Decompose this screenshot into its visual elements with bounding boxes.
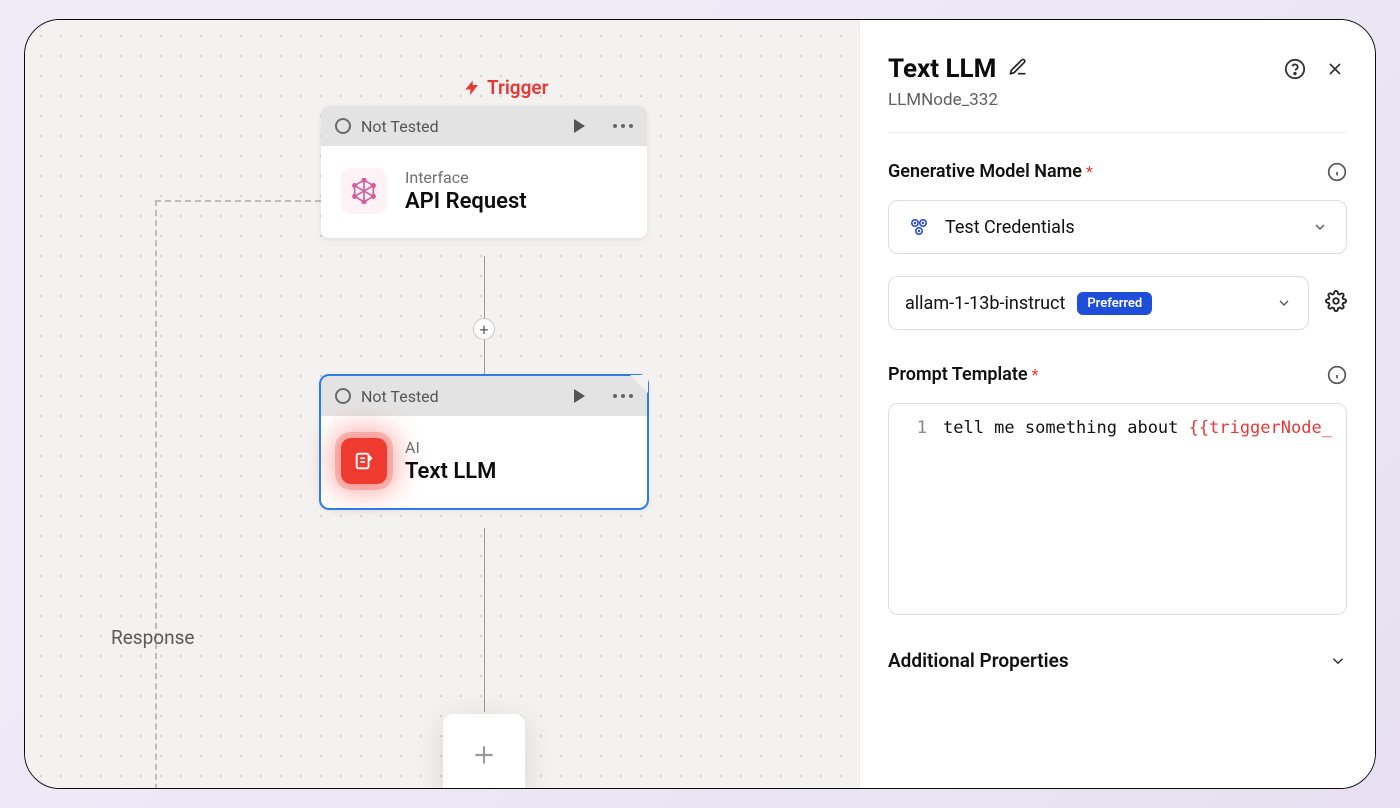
status-text: Not Tested [361, 117, 439, 136]
info-icon[interactable] [1327, 365, 1347, 385]
run-node-button[interactable] [574, 389, 585, 403]
ai-icon [341, 438, 387, 484]
node-menu-button[interactable] [613, 394, 633, 398]
help-icon [1284, 58, 1306, 80]
node-body: Interface API Request [321, 146, 647, 238]
response-label: Response [111, 626, 194, 649]
section-model-name: Generative Model Name * [888, 161, 1347, 182]
dashed-line [155, 200, 321, 202]
model-row: allam-1-13b-instruct Preferred [888, 276, 1347, 330]
connector-line [484, 256, 485, 376]
status-indicator-icon [335, 388, 351, 404]
section-label: Prompt Template [888, 364, 1028, 385]
section-prompt-template: Prompt Template * [888, 364, 1347, 385]
chevron-down-icon [1329, 652, 1347, 670]
run-node-button[interactable] [574, 119, 585, 133]
additional-properties-toggle[interactable]: Additional Properties [888, 649, 1347, 672]
prompt-editor[interactable]: 1 tell me something about {{triggerNode_ [888, 403, 1347, 615]
status-text: Not Tested [361, 387, 439, 406]
model-settings-button[interactable] [1325, 290, 1347, 316]
graphql-icon [341, 168, 387, 214]
node-header: Not Tested [321, 376, 647, 416]
trigger-text: Trigger [487, 76, 548, 99]
connector-line [484, 528, 485, 712]
node-header: Not Tested [321, 106, 647, 146]
add-node-inline-button[interactable]: + [473, 318, 495, 340]
node-api-request[interactable]: Not Tested Interface API Request [321, 106, 647, 238]
required-marker: * [1032, 365, 1039, 384]
info-icon[interactable] [1327, 162, 1347, 182]
node-category: AI [405, 438, 496, 457]
node-text-llm[interactable]: Not Tested AI Text LLM [321, 376, 647, 508]
gear-icon [1325, 290, 1347, 312]
close-icon [1325, 59, 1345, 79]
plus-icon [471, 742, 497, 768]
required-marker: * [1086, 162, 1093, 181]
chevron-down-icon [1312, 219, 1328, 235]
code-line: tell me something about {{triggerNode_ [943, 418, 1332, 438]
close-panel-button[interactable] [1323, 57, 1347, 81]
status-indicator-icon [335, 118, 351, 134]
section-label: Generative Model Name [888, 161, 1082, 182]
additional-label: Additional Properties [888, 649, 1069, 672]
panel-header: Text LLM [888, 54, 1347, 84]
node-category: Interface [405, 168, 527, 187]
workflow-canvas[interactable]: Trigger Response Not Tested Interface [25, 20, 859, 788]
node-title: API Request [405, 189, 527, 214]
model-select[interactable]: allam-1-13b-instruct Preferred [888, 276, 1309, 330]
chevron-down-icon [1276, 295, 1292, 311]
template-variable: {{triggerNode_ [1189, 418, 1332, 438]
model-name: allam-1-13b-instruct [905, 293, 1065, 314]
corner-cut-icon [630, 375, 648, 393]
credentials-select[interactable]: Test Credentials [888, 200, 1347, 254]
panel-title: Text LLM [888, 54, 996, 84]
add-node-button[interactable] [443, 714, 525, 788]
bolt-icon [463, 79, 481, 97]
properties-panel: Text LLM LLMNode_332 Generative Model Na… [859, 20, 1375, 788]
node-body: AI Text LLM [321, 416, 647, 508]
panel-subtitle: LLMNode_332 [888, 90, 1347, 110]
edit-title-button[interactable] [1008, 57, 1028, 81]
app-frame: Trigger Response Not Tested Interface [24, 19, 1376, 789]
model-badge: Preferred [1077, 292, 1152, 315]
node-title: Text LLM [405, 459, 496, 484]
line-number: 1 [889, 418, 943, 438]
dashed-line [155, 200, 157, 788]
divider [888, 132, 1347, 133]
node-menu-button[interactable] [613, 124, 633, 128]
help-button[interactable] [1283, 57, 1307, 81]
pencil-icon [1008, 57, 1028, 77]
credentials-label: Test Credentials [945, 217, 1075, 238]
trigger-label: Trigger [463, 76, 548, 99]
credentials-icon [907, 215, 931, 239]
